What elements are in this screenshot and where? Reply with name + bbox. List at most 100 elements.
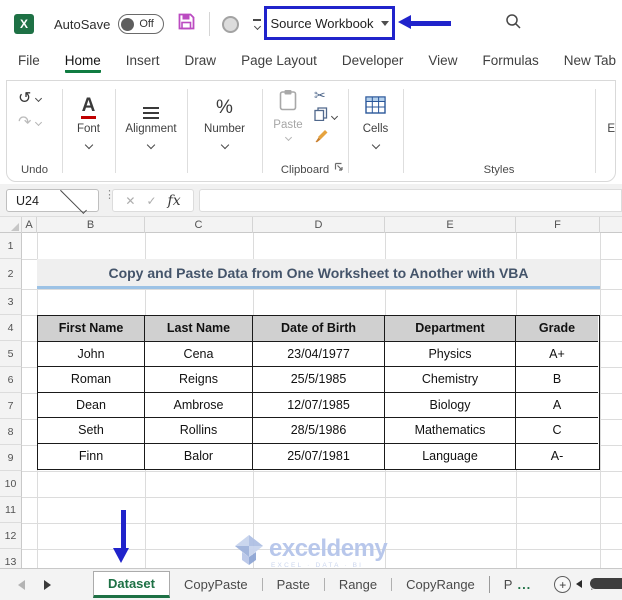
- gridline: [22, 497, 622, 498]
- sheet-tab-dataset[interactable]: Dataset: [93, 571, 170, 598]
- workbook-title-dropdown[interactable]: Source Workbook: [264, 6, 395, 40]
- column-header-f[interactable]: F: [516, 217, 600, 233]
- paste-button[interactable]: Paste: [270, 89, 306, 142]
- table-cell[interactable]: Language: [385, 443, 516, 469]
- table-cell[interactable]: Biology: [385, 392, 516, 418]
- table-cell[interactable]: John: [38, 341, 145, 367]
- add-sheet-button[interactable]: +: [554, 576, 572, 593]
- table-cell[interactable]: C: [516, 418, 598, 444]
- format-painter-button[interactable]: [314, 129, 329, 145]
- tab-view[interactable]: View: [428, 53, 457, 73]
- table-cell[interactable]: Chemistry: [385, 367, 516, 393]
- column-header-a[interactable]: A: [22, 217, 37, 233]
- tab-scroll-right-icon[interactable]: [44, 579, 51, 590]
- enter-button[interactable]: ✓: [146, 194, 156, 208]
- number-group-button[interactable]: % Number: [187, 81, 262, 181]
- redo-button[interactable]: ↷: [18, 112, 43, 132]
- hscroll-thumb[interactable]: [590, 578, 622, 589]
- column-header-e[interactable]: E: [385, 217, 516, 233]
- column-header-c[interactable]: C: [145, 217, 253, 233]
- row-header[interactable]: 4: [0, 315, 22, 341]
- table-header-cell[interactable]: First Name: [38, 316, 145, 342]
- row-header[interactable]: 9: [0, 445, 22, 471]
- tab-file[interactable]: File: [18, 53, 40, 73]
- table-cell[interactable]: Roman: [38, 367, 145, 393]
- toggle-knob: [121, 17, 135, 31]
- copy-button[interactable]: [314, 107, 339, 124]
- undo-button[interactable]: ↺: [18, 88, 43, 108]
- sheet-tab-copyrange[interactable]: CopyRange: [392, 572, 489, 598]
- table-cell[interactable]: 12/07/1985: [253, 392, 385, 418]
- table-header-cell[interactable]: Department: [385, 316, 516, 342]
- worksheet-title-cell[interactable]: Copy and Paste Data from One Worksheet t…: [37, 259, 600, 289]
- cancel-button[interactable]: ✕: [125, 194, 135, 208]
- save-icon[interactable]: [177, 12, 196, 36]
- table-cell[interactable]: B: [516, 367, 598, 393]
- row-header[interactable]: 8: [0, 419, 22, 445]
- cut-button[interactable]: ✂: [314, 87, 326, 103]
- search-icon[interactable]: [505, 13, 522, 35]
- alignment-group-button[interactable]: Alignment: [115, 81, 187, 181]
- sheet-tab-copypaste[interactable]: CopyPaste: [170, 572, 262, 598]
- row-header[interactable]: 2: [0, 259, 22, 289]
- column-header-g[interactable]: [600, 217, 622, 233]
- row-header[interactable]: 11: [0, 497, 22, 523]
- table-cell[interactable]: Reigns: [145, 367, 253, 393]
- sheet-tab-paste[interactable]: Paste: [263, 572, 324, 598]
- font-group-button[interactable]: A Font: [62, 81, 115, 181]
- row-header[interactable]: 12: [0, 523, 22, 549]
- scissors-icon: ✂: [314, 87, 326, 103]
- hscroll-left-icon[interactable]: [576, 580, 582, 588]
- table-cell[interactable]: Rollins: [145, 418, 253, 444]
- table-cell[interactable]: Finn: [38, 443, 145, 469]
- quick-access-dropdown[interactable]: [253, 19, 262, 30]
- formula-input[interactable]: [199, 189, 622, 212]
- tab-new-tab[interactable]: New Tab: [564, 53, 616, 73]
- table-header-cell[interactable]: Date of Birth: [253, 316, 385, 342]
- table-cell[interactable]: A: [516, 393, 598, 418]
- table-header-cell[interactable]: Grade: [516, 316, 598, 342]
- row-header[interactable]: 3: [0, 289, 22, 315]
- tab-scroll-left-icon[interactable]: [18, 579, 25, 590]
- tab-page-layout[interactable]: Page Layout: [241, 53, 317, 73]
- table-cell[interactable]: A+: [516, 342, 598, 367]
- column-header-d[interactable]: D: [253, 217, 385, 233]
- table-cell[interactable]: 28/5/1986: [253, 418, 385, 444]
- table-cell[interactable]: 23/04/1977: [253, 341, 385, 367]
- table-row: Finn Balor 25/07/1981 Language A-: [38, 443, 599, 470]
- table-cell[interactable]: Balor: [145, 443, 253, 469]
- table-cell[interactable]: Ambrose: [145, 392, 253, 418]
- cells-group-button[interactable]: Cells: [348, 81, 403, 181]
- table-cell[interactable]: Cena: [145, 341, 253, 367]
- table-header-cell[interactable]: Last Name: [145, 316, 253, 342]
- tab-formulas[interactable]: Formulas: [482, 53, 538, 73]
- row-header[interactable]: 13: [0, 549, 22, 568]
- row-header[interactable]: 6: [0, 367, 22, 393]
- table-cell[interactable]: A-: [516, 444, 598, 470]
- insert-function-button[interactable]: fx: [168, 193, 181, 209]
- sheet-tab-overflow[interactable]: P ...: [490, 572, 546, 598]
- table-cell[interactable]: Dean: [38, 392, 145, 418]
- autosave-toggle[interactable]: Off: [118, 14, 165, 34]
- table-cell[interactable]: 25/5/1985: [253, 367, 385, 393]
- table-cell[interactable]: Seth: [38, 418, 145, 444]
- select-all-corner[interactable]: [0, 217, 22, 233]
- name-box[interactable]: U24: [6, 187, 99, 214]
- chevron-down-icon: [371, 140, 380, 150]
- tab-home[interactable]: Home: [64, 53, 101, 73]
- dialog-launcher-icon[interactable]: [334, 158, 343, 176]
- tab-insert[interactable]: Insert: [126, 53, 160, 73]
- table-cell[interactable]: Mathematics: [385, 418, 516, 444]
- row-header[interactable]: 10: [0, 471, 22, 497]
- row-header[interactable]: 5: [0, 341, 22, 367]
- tab-developer[interactable]: Developer: [342, 53, 404, 73]
- row-header[interactable]: 7: [0, 393, 22, 419]
- editing-group-button[interactable]: Editing: [595, 81, 615, 181]
- sheet-tab-range[interactable]: Range: [325, 572, 391, 598]
- table-cell[interactable]: Physics: [385, 341, 516, 367]
- row-header[interactable]: 1: [0, 233, 22, 259]
- table-cell[interactable]: 25/07/1981: [253, 443, 385, 469]
- column-header-b[interactable]: B: [37, 217, 145, 233]
- excel-logo-icon: X: [14, 14, 34, 34]
- tab-draw[interactable]: Draw: [185, 53, 217, 73]
